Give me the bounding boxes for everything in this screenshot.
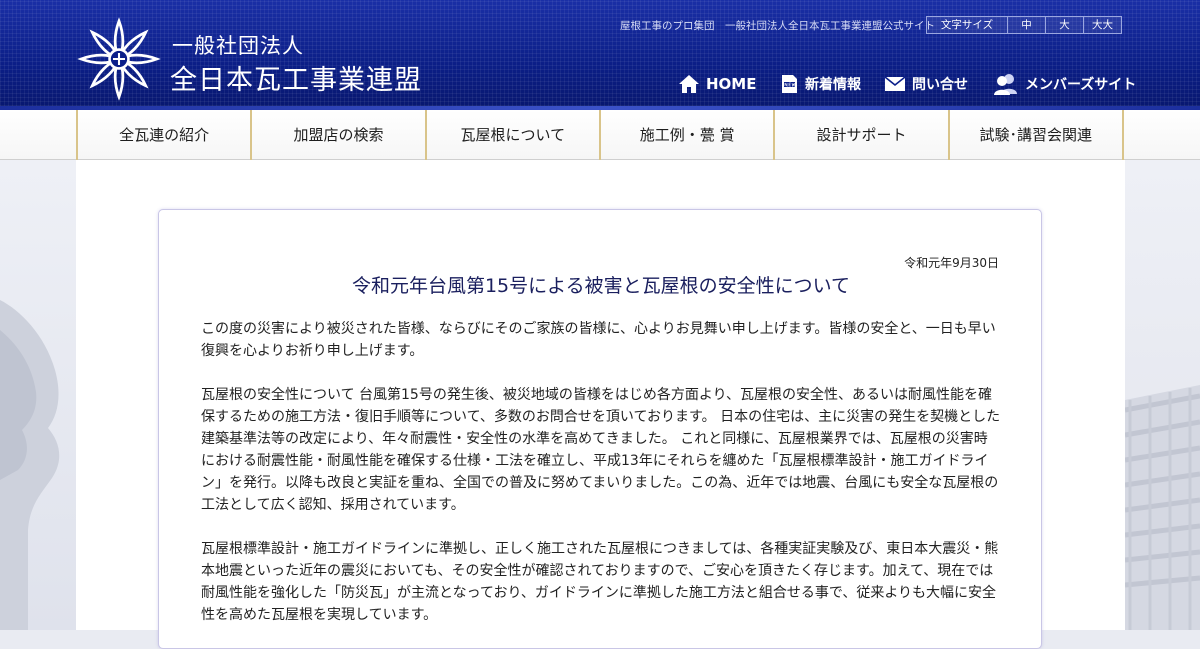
nav-item-design-support[interactable]: 設計サポート [773, 110, 947, 160]
roof-tiles-silhouette [1125, 385, 1200, 630]
font-size-large-button[interactable]: 大 [1045, 17, 1083, 33]
nav-item-exam-seminar[interactable]: 試験･講習会関連 [947, 110, 1124, 160]
font-size-switcher: 文字サイズ 中 大 大大 [926, 16, 1122, 34]
font-size-xlarge-button[interactable]: 大大 [1083, 17, 1121, 33]
site-header: 一般社団法人 全日本瓦工事業連盟 屋根工事のプロ集団 一般社団法人全日本瓦工事業… [0, 0, 1200, 110]
article-title: 令和元年台風第15号による被害と瓦屋根の安全性について [351, 275, 851, 297]
nav-item-works-award[interactable]: 施工例・甍 賞 [598, 110, 773, 160]
nav-item-member-search[interactable]: 加盟店の検索 [250, 110, 424, 160]
font-size-medium-button[interactable]: 中 [1007, 17, 1045, 33]
new-badge-icon [782, 75, 797, 93]
topnav-members-label: メンバーズサイト [1025, 77, 1137, 93]
org-name-line2[interactable]: 全日本瓦工事業連盟 [170, 58, 422, 97]
home-icon [679, 75, 699, 93]
article-paragraph: この度の災害により被災された皆様、ならびにそのご家族の皆様に、心よりお見舞い申し… [201, 321, 996, 359]
org-name-line1: 一般社団法人 [172, 34, 304, 58]
topnav-home-link[interactable]: HOME [678, 72, 756, 96]
topnav-contact-label: 問い合せ [912, 77, 968, 93]
mail-icon [884, 76, 906, 91]
nav-item-tile-roof[interactable]: 瓦屋根について [424, 110, 599, 160]
federation-logo-icon[interactable] [76, 16, 162, 102]
guardian-statue-silhouette [0, 300, 60, 630]
main-navigation: 全瓦連の紹介 加盟店の検索 瓦屋根について 施工例・甍 賞 設計サポート 試験･… [0, 110, 1200, 160]
topnav-news-label: 新着情報 [805, 77, 861, 93]
members-icon [994, 74, 1017, 95]
article-paragraph: 瓦屋根の安全性について 台風第15号の発生後、被災地域の皆様をはじめ各方面より、… [201, 387, 1001, 513]
topnav-home-label: HOME [706, 75, 757, 93]
nav-item-about[interactable]: 全瓦連の紹介 [76, 110, 250, 160]
article-paragraph: 瓦屋根標準設計・施工ガイドラインに準拠し、正しく施工された瓦屋根につきましては、… [201, 541, 999, 623]
topnav-members-link[interactable]: メンバーズサイト [993, 72, 1136, 96]
font-size-label: 文字サイズ [940, 19, 994, 31]
article-date: 令和元年9月30日 [904, 256, 999, 270]
topnav-news-link[interactable]: 新着情報 [780, 72, 861, 96]
background-left-decoration [0, 160, 76, 630]
topnav-contact-link[interactable]: 問い合せ [884, 72, 968, 96]
site-tagline: 屋根工事のプロ集団 一般社団法人全日本瓦工事業連盟公式サイト [620, 20, 935, 32]
article-body: この度の災害により被災された皆様、ならびにそのご家族の皆様に、心よりお見舞い申し… [201, 318, 1001, 648]
announcement-article: 令和元年9月30日 令和元年台風第15号による被害と瓦屋根の安全性について この… [158, 209, 1042, 649]
background-right-decoration [1125, 160, 1200, 630]
